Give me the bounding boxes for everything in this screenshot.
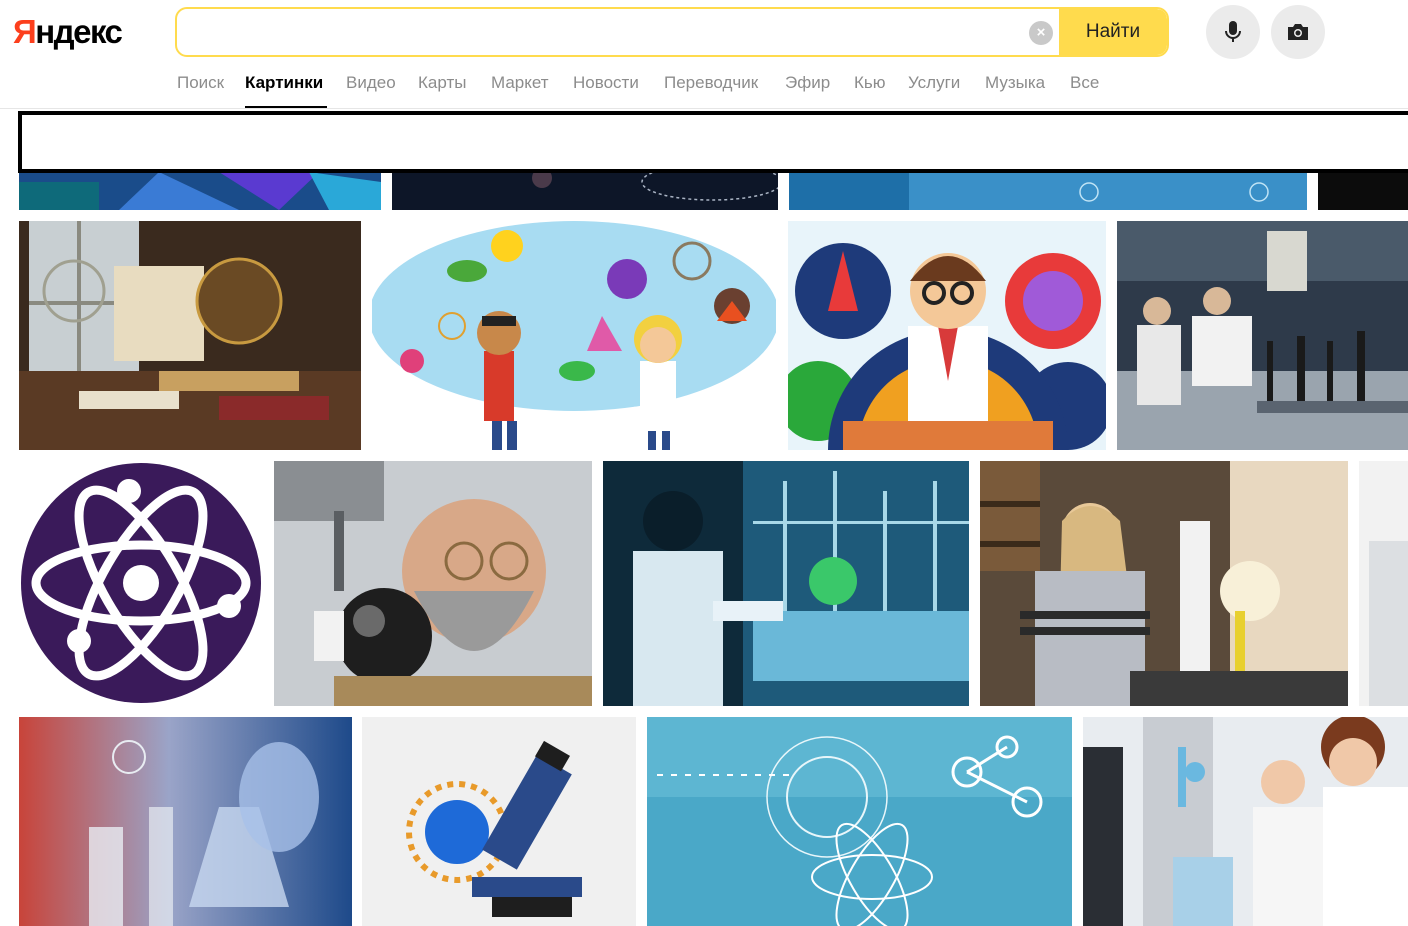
image-result[interactable] <box>19 172 381 210</box>
image-result[interactable] <box>647 717 1072 926</box>
tab-news[interactable]: Новости <box>573 72 639 94</box>
tab-services[interactable]: Услуги <box>908 72 960 94</box>
image-result[interactable] <box>274 461 592 706</box>
image-result[interactable] <box>789 172 1307 210</box>
close-icon[interactable]: × <box>1029 21 1053 45</box>
image-result[interactable] <box>19 717 352 926</box>
tab-images[interactable]: Картинки <box>245 72 323 94</box>
tab-market[interactable]: Маркет <box>491 72 549 94</box>
tab-video[interactable]: Видео <box>346 72 396 94</box>
tab-search[interactable]: Поиск <box>177 72 224 94</box>
image-result[interactable] <box>19 221 361 450</box>
tab-translator[interactable]: Переводчик <box>664 72 758 94</box>
image-result[interactable] <box>362 717 636 926</box>
image-result[interactable] <box>1318 172 1408 210</box>
camera-icon <box>1288 24 1308 40</box>
overlay-box <box>18 111 1408 173</box>
image-result[interactable] <box>1359 461 1408 706</box>
image-result[interactable] <box>1117 221 1408 450</box>
tab-maps[interactable]: Карты <box>418 72 466 94</box>
search-box: × Найти <box>175 7 1169 57</box>
tab-q[interactable]: Кью <box>854 72 886 94</box>
yandex-logo[interactable]: Яндекс <box>13 12 123 52</box>
voice-search-button[interactable] <box>1206 5 1260 59</box>
tab-music[interactable]: Музыка <box>985 72 1045 94</box>
image-result[interactable] <box>603 461 969 706</box>
image-result[interactable] <box>980 461 1348 706</box>
image-search-button[interactable] <box>1271 5 1325 59</box>
image-result[interactable] <box>372 221 776 450</box>
logo-first-letter: Я <box>13 13 37 50</box>
image-result[interactable] <box>19 461 263 706</box>
header-divider <box>0 108 1408 109</box>
image-result[interactable] <box>392 172 778 210</box>
microphone-icon <box>1225 21 1241 42</box>
tab-all[interactable]: Все <box>1070 72 1099 94</box>
logo-rest: ндекс <box>35 13 123 50</box>
image-result[interactable] <box>788 221 1106 450</box>
search-button[interactable]: Найти <box>1059 9 1167 55</box>
search-input[interactable] <box>177 9 1017 55</box>
tab-efir[interactable]: Эфир <box>785 72 830 94</box>
image-result[interactable] <box>1083 717 1408 926</box>
